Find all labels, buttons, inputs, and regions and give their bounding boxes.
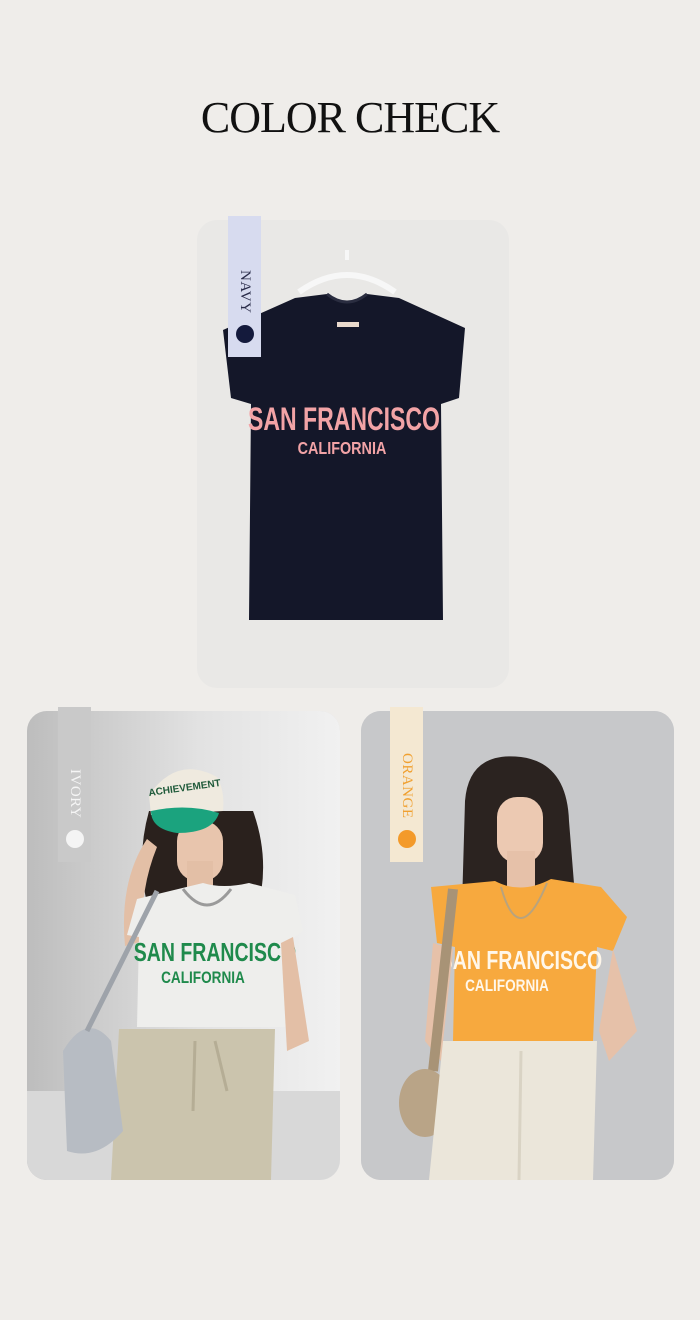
- ivory-swatch-dot: [65, 830, 84, 848]
- orange-print-line2: CALIFORNIA: [465, 977, 549, 996]
- navy-color-label: NAVY: [237, 269, 253, 313]
- ivory-print-line1: SAN FRANCISCO: [134, 937, 296, 966]
- navy-print-line1: SAN FRANCISCO: [248, 401, 440, 437]
- orange-color-tag: ORANGE: [390, 707, 423, 862]
- page-title: COLOR CHECK: [200, 93, 500, 142]
- orange-print-line1: SAN FRANCISCO: [440, 945, 602, 974]
- ivory-color-tag: IVORY: [58, 707, 91, 862]
- navy-color-tag: NAVY: [228, 216, 261, 357]
- ivory-print-line2: CALIFORNIA: [161, 969, 245, 988]
- orange-swatch-dot: [397, 830, 416, 848]
- navy-print-line2: CALIFORNIA: [298, 439, 387, 459]
- ivory-color-label: IVORY: [67, 768, 83, 818]
- navy-swatch-dot: [235, 325, 254, 343]
- orange-color-label: ORANGE: [399, 752, 415, 819]
